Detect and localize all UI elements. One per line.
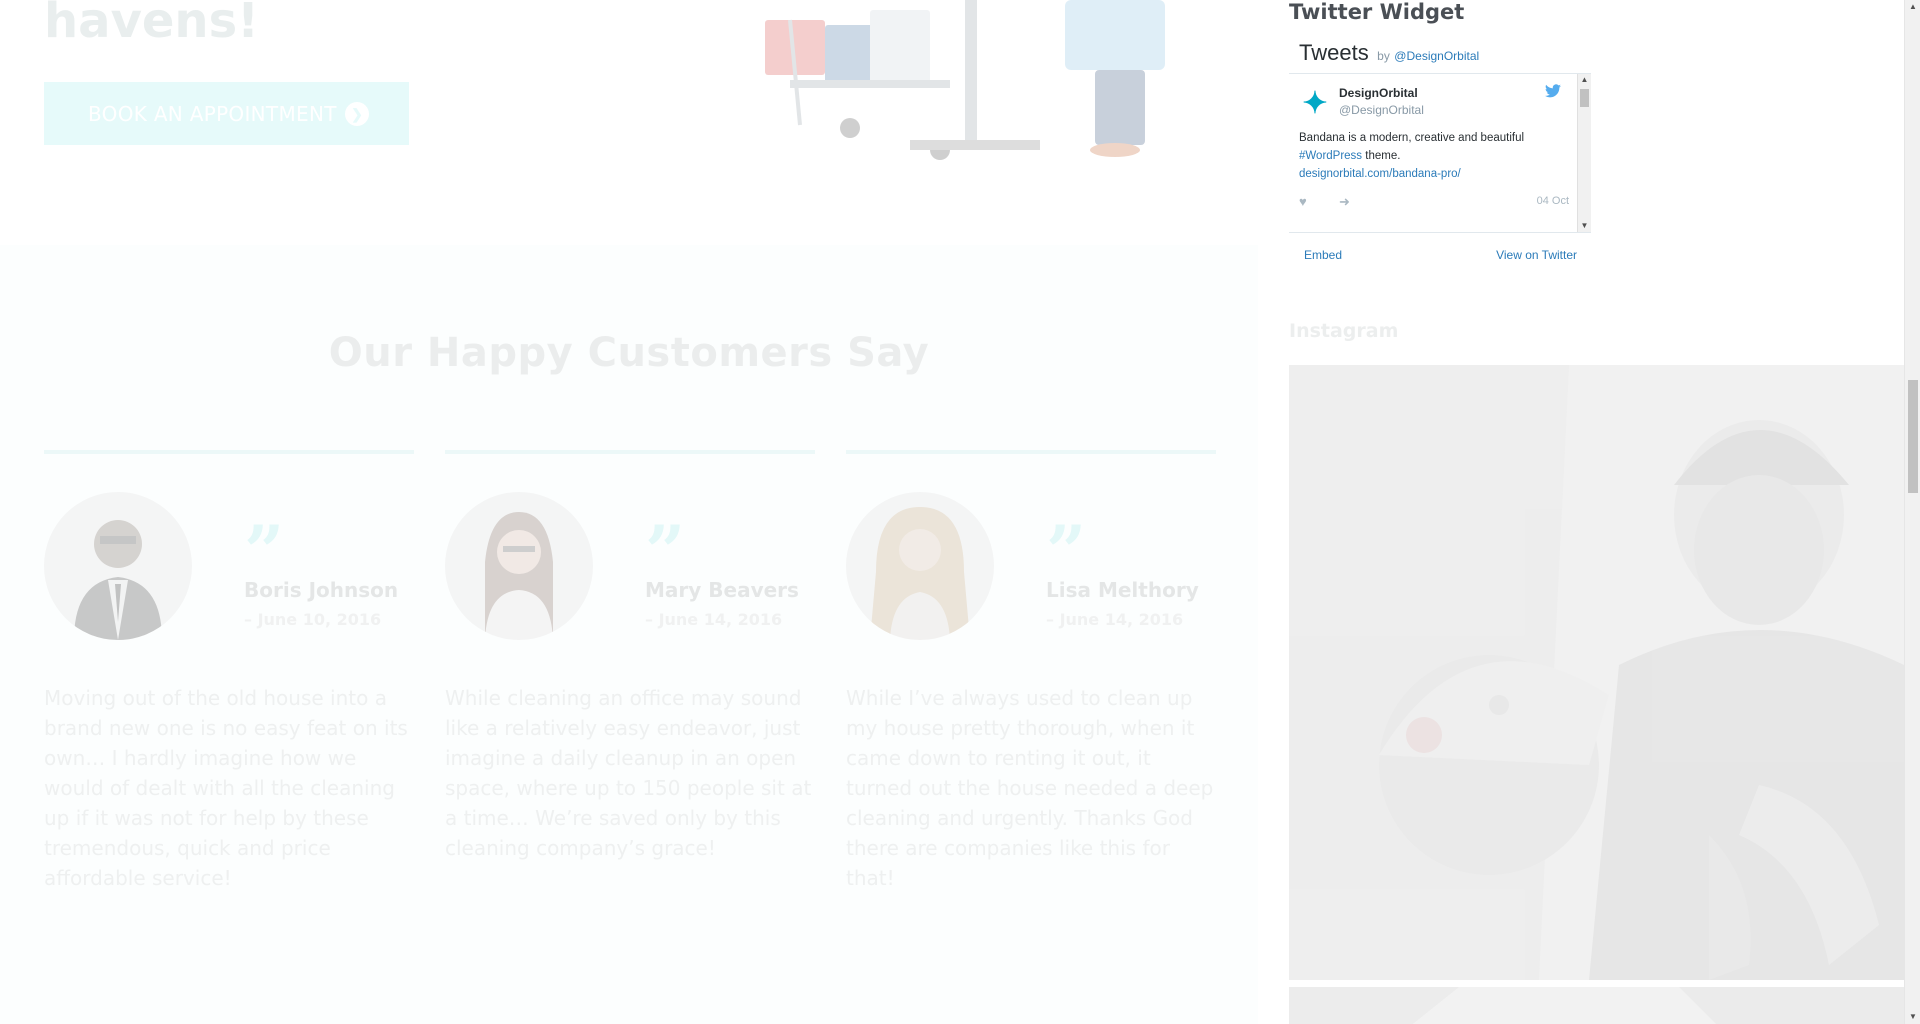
scroll-up-icon[interactable]: ▲ (1578, 74, 1591, 86)
sidebar: Twitter Widget Tweets by @DesignOrbital … (1258, 0, 1904, 1024)
testimonial-text: While I’ve always used to clean up my ho… (846, 686, 1214, 890)
tweet-text: Bandana is a modern, creative and beauti… (1299, 129, 1569, 183)
card-top-bar (44, 450, 414, 454)
instagram-photo[interactable] (1289, 365, 1904, 980)
twitter-timeline-widget: Tweets by @DesignOrbital ✦ DesignOrbital… (1289, 34, 1591, 274)
arrow-circle-right-icon: ❯ (345, 102, 369, 126)
testimonial-date: – June 14, 2016 (645, 610, 783, 629)
tweet-actions: ♥ ➜ 04 Oct (1299, 194, 1569, 210)
customer-name: Boris Johnson (244, 578, 399, 602)
testimonials-section: Our Happy Customers Say ” Boris Johnson … (0, 245, 1258, 1024)
designorbital-logo-icon[interactable]: ✦ (1297, 86, 1333, 122)
testimonial-date: – June 14, 2016 (1046, 610, 1184, 629)
avatar-photo (870, 507, 970, 640)
avatar (44, 492, 192, 640)
tweet-author-handle[interactable]: @DesignOrbital (1339, 103, 1424, 117)
card-top-bar (846, 450, 1216, 454)
testimonial-date: – June 10, 2016 (244, 610, 382, 629)
quote-icon: ” (1046, 510, 1087, 593)
scroll-thumb[interactable] (1908, 380, 1918, 493)
tweet-text-part-2: theme. (1365, 150, 1401, 162)
book-appointment-label: BOOK AN APPOINTMENT (88, 101, 337, 126)
customer-name: Mary Beavers (645, 578, 799, 602)
tweets-label: Tweets (1299, 40, 1369, 65)
testimonial-card: ” Lisa Melthory – June 14, 2016 While I’… (846, 450, 1216, 890)
avatar (846, 492, 994, 640)
testimonial-card: ” Mary Beavers – June 14, 2016 While cle… (445, 450, 815, 860)
hero-title: havens! (44, 0, 260, 49)
avatar (445, 492, 593, 640)
tweet-author-name[interactable]: DesignOrbital (1339, 86, 1418, 100)
instagram-photo[interactable] (1289, 987, 1904, 1024)
tweet-date[interactable]: 04 Oct (1537, 195, 1569, 207)
tweet-hashtag-link[interactable]: #WordPress (1299, 150, 1362, 162)
tweet-text-part-1: Bandana is a modern, creative and beauti… (1299, 132, 1525, 144)
twitter-profile-link[interactable]: @DesignOrbital (1394, 49, 1479, 63)
customer-name: Lisa Melthory (1046, 578, 1199, 602)
testimonial-card: ” Boris Johnson – June 10, 2016 Moving o… (44, 450, 414, 890)
testimonial-text: While cleaning an office may sound like … (445, 686, 812, 860)
scroll-thumb[interactable] (1580, 89, 1589, 107)
instagram-title: Instagram (1289, 320, 1399, 342)
card-top-bar (445, 450, 815, 454)
scroll-down-icon[interactable]: ▼ (1578, 220, 1591, 232)
cleaning-staff-illustration (765, 0, 1165, 160)
avatar-photo (74, 520, 162, 640)
view-on-twitter-link[interactable]: View on Twitter (1496, 248, 1577, 262)
tweet-feed-scrollbar[interactable]: ▲ ▼ (1577, 74, 1591, 232)
by-label: by (1377, 49, 1390, 63)
embed-link[interactable]: Embed (1304, 248, 1342, 262)
testimonial-text: Moving out of the old house into a brand… (44, 686, 408, 890)
page: havens! BOOK AN APPOINTMENT ❯ Our Happy … (0, 0, 1920, 1024)
instagram-photo-image (1289, 365, 1904, 980)
tweet-feed[interactable]: ✦ DesignOrbital @DesignOrbital Bandana i… (1289, 73, 1591, 233)
book-appointment-button[interactable]: BOOK AN APPOINTMENT ❯ (44, 82, 409, 145)
twitter-timeline-header: Tweets by @DesignOrbital (1299, 40, 1479, 66)
scroll-down-icon[interactable]: ▼ (1905, 1010, 1920, 1024)
quote-icon: ” (244, 510, 285, 593)
quote-icon: ” (645, 510, 686, 593)
page-scrollbar[interactable]: ▲ ▼ (1904, 0, 1920, 1024)
tweet-url-link[interactable]: designorbital.com/bandana-pro/ (1299, 168, 1461, 180)
testimonials-heading: Our Happy Customers Say (328, 330, 930, 376)
twitter-bird-icon[interactable] (1545, 84, 1561, 101)
avatar-photo (485, 512, 553, 640)
heart-icon[interactable]: ♥ (1299, 194, 1307, 209)
scroll-up-icon[interactable]: ▲ (1905, 0, 1920, 14)
hero-section: havens! BOOK AN APPOINTMENT ❯ (0, 0, 1258, 245)
share-icon[interactable]: ➜ (1339, 194, 1350, 210)
main-content: havens! BOOK AN APPOINTMENT ❯ Our Happy … (0, 0, 1258, 1024)
twitter-widget-title: Twitter Widget (1289, 0, 1465, 24)
instagram-photo-image (1289, 987, 1904, 1024)
